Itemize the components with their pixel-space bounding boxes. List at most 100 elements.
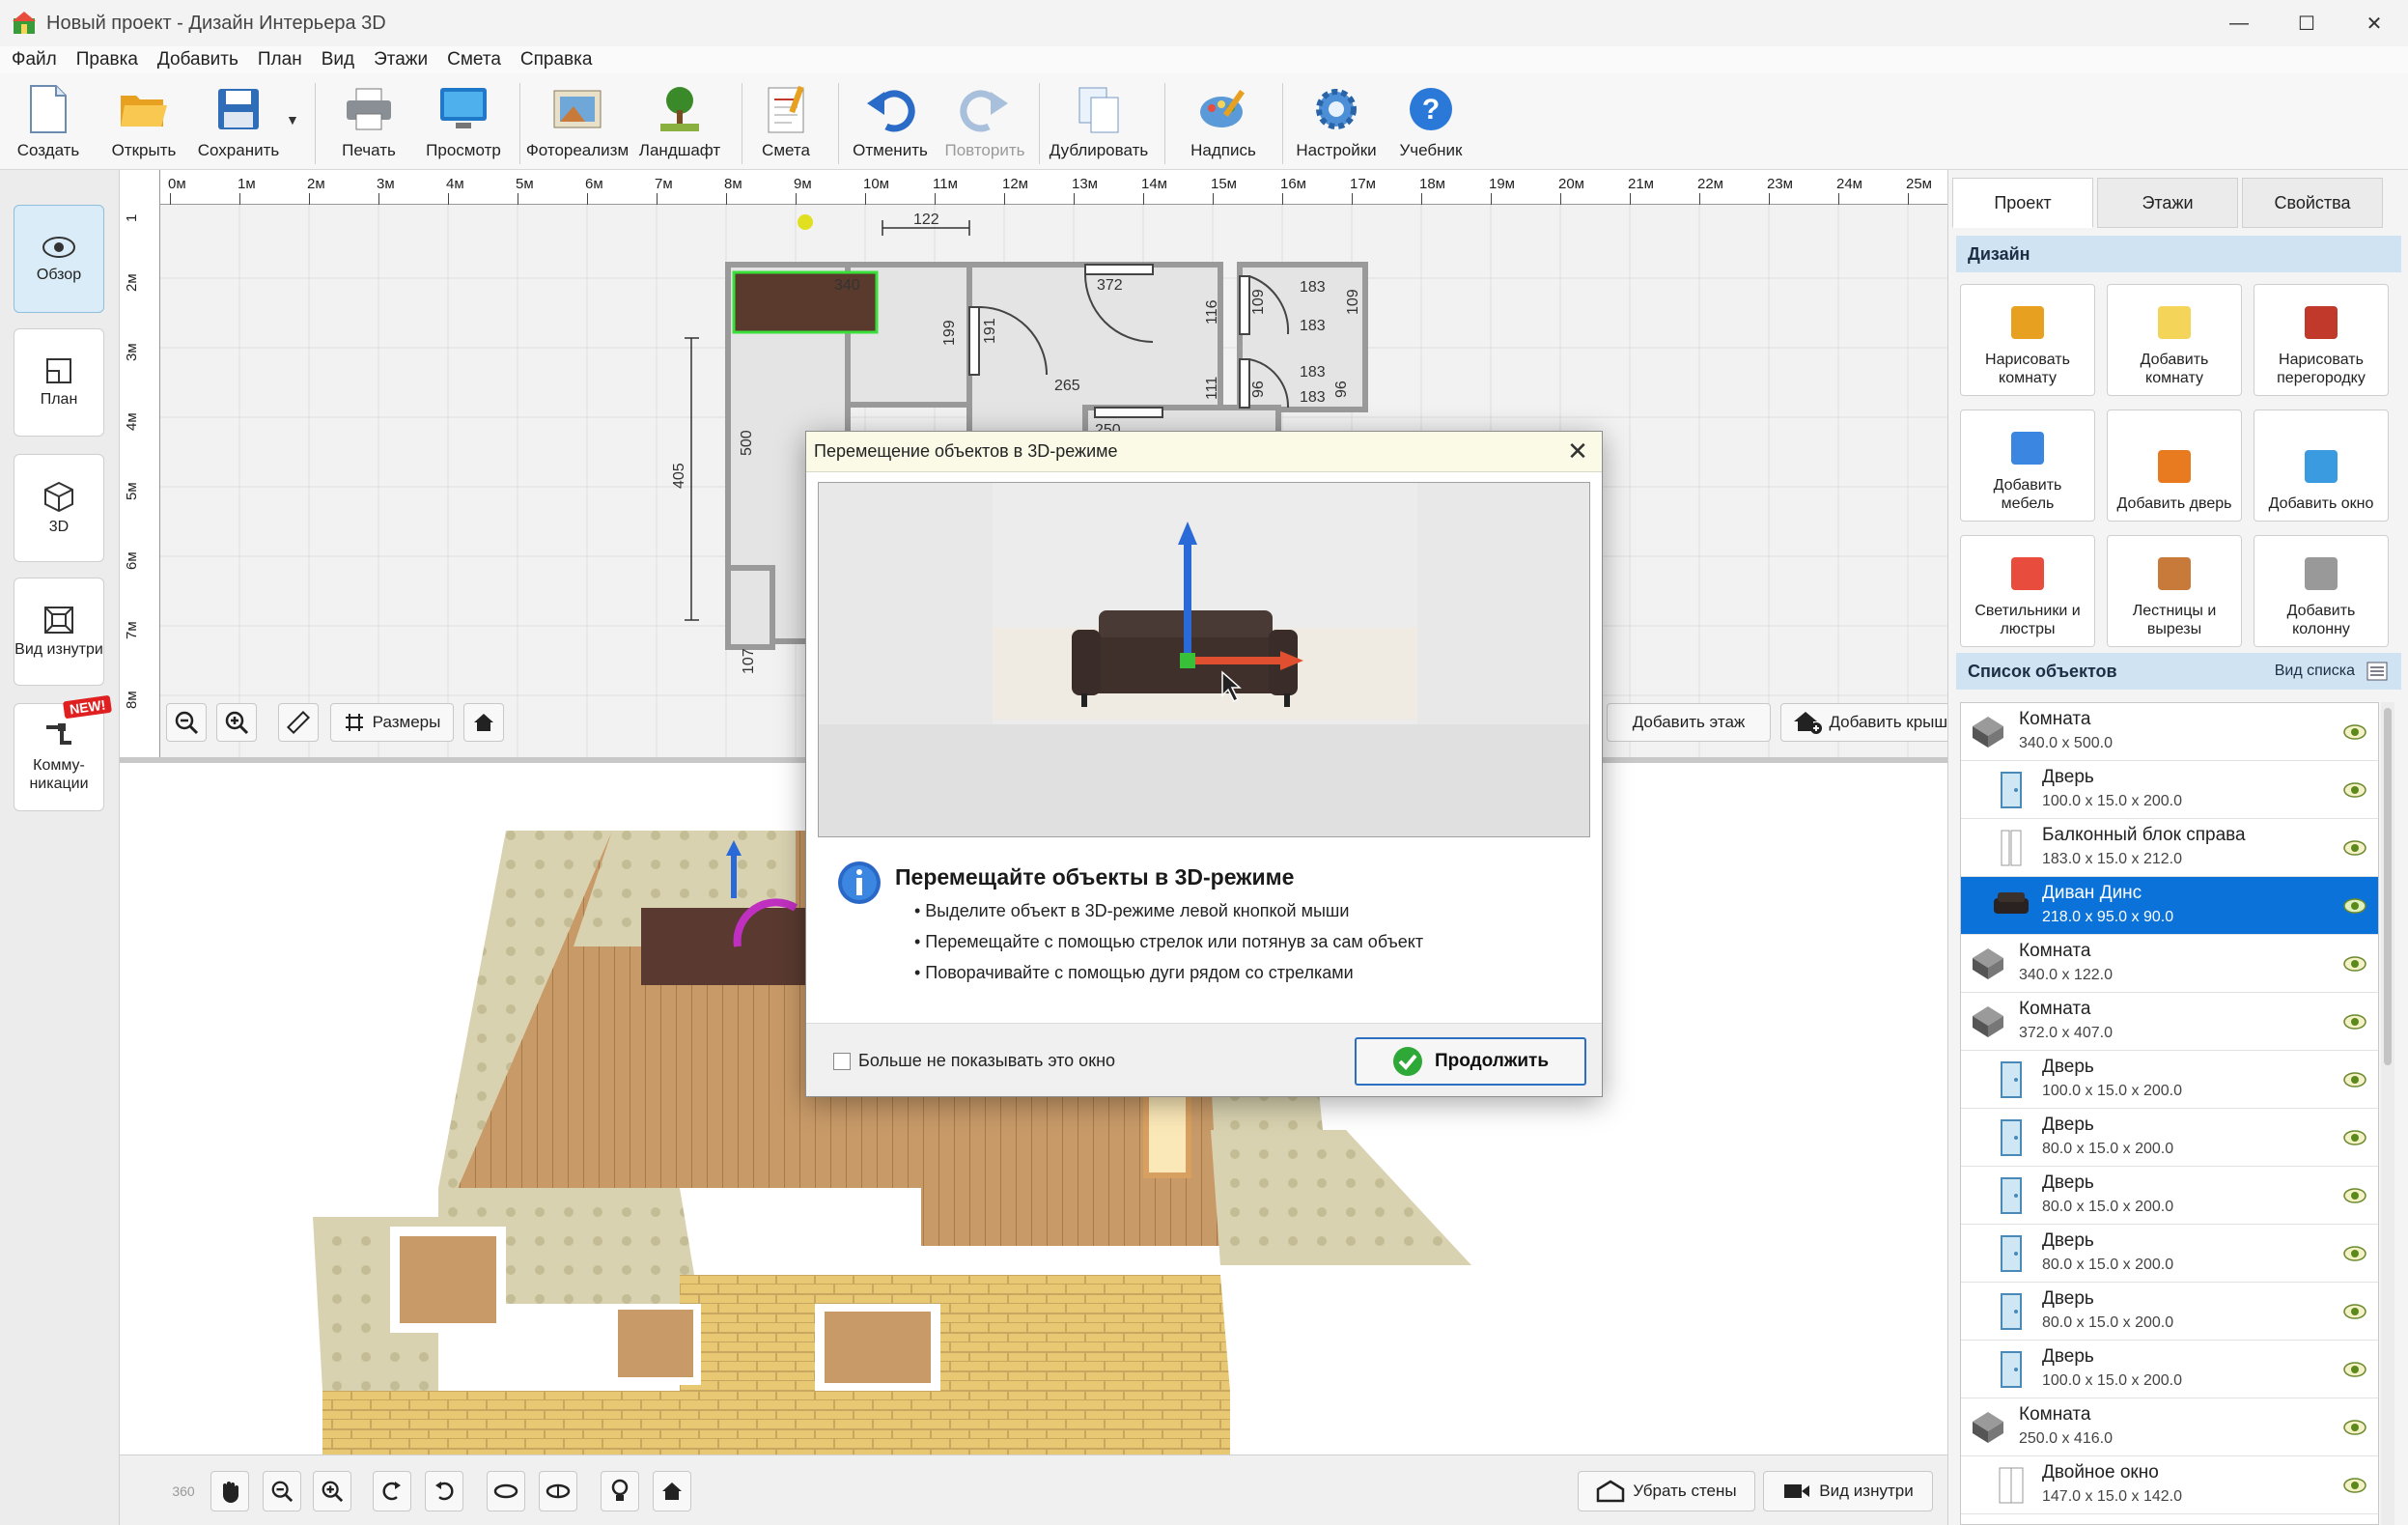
object-list-scrollbar[interactable] <box>2381 702 2394 1525</box>
object-list-item[interactable]: Дверь 100.0 x 15.0 x 200.0 <box>1961 1341 2378 1398</box>
visibility-eye-icon[interactable] <box>2343 953 2366 974</box>
menu-file[interactable]: Файл <box>12 49 57 71</box>
estimate-button[interactable]: Смета <box>749 79 823 166</box>
visibility-eye-icon[interactable] <box>2343 1475 2366 1496</box>
menu-edit[interactable]: Правка <box>76 49 138 71</box>
visibility-eye-icon[interactable] <box>2343 779 2366 801</box>
dont-show-label[interactable]: Больше не показывать это окно <box>858 1051 1115 1071</box>
3d-home-button[interactable] <box>653 1471 691 1511</box>
object-list-item[interactable]: Двойное окно 147.0 x 15.0 x 142.0 <box>1961 1456 2378 1514</box>
3d-zoom-in-button[interactable] <box>313 1471 351 1511</box>
close-window-button[interactable]: ✕ <box>2340 0 2408 46</box>
create-button[interactable]: Создать <box>8 79 89 166</box>
object-list[interactable]: Комната 340.0 x 500.0 Дверь 100.0 x 15.0 x … <box>1960 702 2379 1525</box>
undo-button[interactable]: Отменить <box>846 79 935 166</box>
menu-floors[interactable]: Этажи <box>374 49 428 71</box>
object-list-item[interactable]: Комната 250.0 x 416.0 <box>1961 1398 2378 1456</box>
design-button[interactable]: Добавить комнату <box>2107 284 2242 396</box>
continue-button[interactable]: Продолжить <box>1355 1037 1586 1086</box>
visibility-eye-icon[interactable] <box>2343 895 2366 917</box>
visibility-eye-icon[interactable] <box>2343 1417 2366 1438</box>
tab-project[interactable]: Проект <box>1952 178 2093 228</box>
visibility-eye-icon[interactable] <box>2343 1069 2366 1090</box>
3d-zoom-out-button[interactable] <box>263 1471 301 1511</box>
object-list-item[interactable]: Дверь 80.0 x 15.0 x 200.0 <box>1961 1225 2378 1283</box>
list-view-icon[interactable] <box>2366 662 2388 681</box>
object-list-item[interactable]: Дверь 80.0 x 15.0 x 200.0 <box>1961 1283 2378 1341</box>
menu-add[interactable]: Добавить <box>157 49 238 71</box>
visibility-eye-icon[interactable] <box>2343 1127 2366 1148</box>
duplicate-button[interactable]: Дублировать <box>1045 79 1153 166</box>
object-list-item[interactable]: Комната 340.0 x 500.0 <box>1961 703 2378 761</box>
text-label-button[interactable]: Надпись <box>1182 79 1265 166</box>
object-list-item[interactable]: Дверь 80.0 x 15.0 x 200.0 <box>1961 1109 2378 1167</box>
save-button[interactable]: Сохранить <box>195 79 282 166</box>
settings-button[interactable]: Настройки <box>1292 79 1381 166</box>
mode-overview-button[interactable]: Обзор <box>14 205 104 313</box>
rotate-handle-icon[interactable] <box>798 214 813 230</box>
mode-communications-button[interactable]: Комму-никации NEW! <box>14 694 113 811</box>
photorealism-button[interactable]: Фотореализм <box>526 79 629 166</box>
design-button[interactable]: Лестницы и вырезы <box>2107 535 2242 647</box>
object-list-item[interactable]: Диван Динс 218.0 x 95.0 x 90.0 <box>1961 877 2378 935</box>
landscape-button[interactable]: Ландшафт <box>633 79 726 166</box>
3d-sofa[interactable] <box>641 908 805 985</box>
tab-floors[interactable]: Этажи <box>2097 178 2238 228</box>
object-list-item[interactable]: Комната 372.0 x 407.0 <box>1961 993 2378 1051</box>
menu-view[interactable]: Вид <box>322 49 354 71</box>
tilt-up-button[interactable] <box>487 1471 525 1511</box>
mode-inside-view-button[interactable]: Вид изнутри <box>14 578 104 686</box>
lighting-button[interactable] <box>601 1471 639 1511</box>
tab-properties[interactable]: Свойства <box>2242 178 2383 228</box>
zoom-in-button[interactable] <box>216 703 257 742</box>
dialog-close-button[interactable]: ✕ <box>1565 438 1590 465</box>
minimize-button[interactable]: — <box>2205 0 2273 46</box>
add-roof-button[interactable]: Добавить крышу <box>1780 703 1947 742</box>
visibility-eye-icon[interactable] <box>2343 1011 2366 1032</box>
ruler-tool-button[interactable] <box>278 703 319 742</box>
scrollbar-thumb[interactable] <box>2384 708 2392 1065</box>
visibility-eye-icon[interactable] <box>2343 1301 2366 1322</box>
design-button[interactable]: Светильники и люстры <box>1960 535 2095 647</box>
visibility-eye-icon[interactable] <box>2343 1243 2366 1264</box>
design-button[interactable]: Нарисовать комнату <box>1960 284 2095 396</box>
rotate-right-button[interactable] <box>425 1471 463 1511</box>
design-button[interactable]: Добавить окно <box>2254 409 2389 522</box>
home-view-button[interactable] <box>463 703 504 742</box>
pan-button[interactable] <box>210 1471 249 1511</box>
object-list-item[interactable]: Дверь 80.0 x 15.0 x 200.0 <box>1961 1167 2378 1225</box>
inside-view-button[interactable]: Вид изнутри <box>1763 1471 1933 1511</box>
menu-estimate[interactable]: Смета <box>447 49 501 71</box>
list-view-label[interactable]: Вид списка <box>2275 663 2355 680</box>
tilt-down-button[interactable] <box>539 1471 577 1511</box>
design-button[interactable]: Нарисовать перегородку <box>2254 284 2389 396</box>
tutorial-button[interactable]: ? Учебник <box>1392 79 1470 166</box>
sizes-button[interactable]: Размеры <box>330 703 454 742</box>
visibility-eye-icon[interactable] <box>2343 721 2366 743</box>
print-button[interactable]: Печать <box>328 79 409 166</box>
zoom-out-button[interactable] <box>166 703 207 742</box>
add-floor-button[interactable]: Добавить этаж <box>1607 703 1771 742</box>
object-list-item[interactable]: Дверь 100.0 x 15.0 x 200.0 <box>1961 1051 2378 1109</box>
design-button[interactable]: Добавить дверь <box>2107 409 2242 522</box>
mode-plan-button[interactable]: План <box>14 328 104 437</box>
preview-button[interactable]: Просмотр <box>419 79 508 166</box>
object-list-item[interactable]: Балконный блок справа 183.0 x 15.0 x 212.… <box>1961 819 2378 877</box>
visibility-eye-icon[interactable] <box>2343 837 2366 859</box>
menu-help[interactable]: Справка <box>520 49 593 71</box>
rotate-left-button[interactable] <box>373 1471 411 1511</box>
object-list-item[interactable]: Дверь 100.0 x 15.0 x 200.0 <box>1961 761 2378 819</box>
open-button[interactable]: Открыть <box>100 79 187 166</box>
visibility-eye-icon[interactable] <box>2343 1185 2366 1206</box>
maximize-button[interactable]: ☐ <box>2273 0 2340 46</box>
object-list-item[interactable]: Комната 340.0 x 122.0 <box>1961 935 2378 993</box>
redo-button[interactable]: Повторить <box>940 79 1029 166</box>
design-button[interactable]: Добавить мебель <box>1960 409 2095 522</box>
rotate-360-button[interactable]: 360 <box>164 1471 203 1511</box>
remove-walls-button[interactable]: Убрать стены <box>1578 1471 1755 1511</box>
mode-3d-button[interactable]: 3D <box>14 454 104 562</box>
design-button[interactable]: Добавить колонну <box>2254 535 2389 647</box>
visibility-eye-icon[interactable] <box>2343 1359 2366 1380</box>
dont-show-checkbox[interactable] <box>833 1053 851 1070</box>
menu-plan[interactable]: План <box>258 49 302 71</box>
